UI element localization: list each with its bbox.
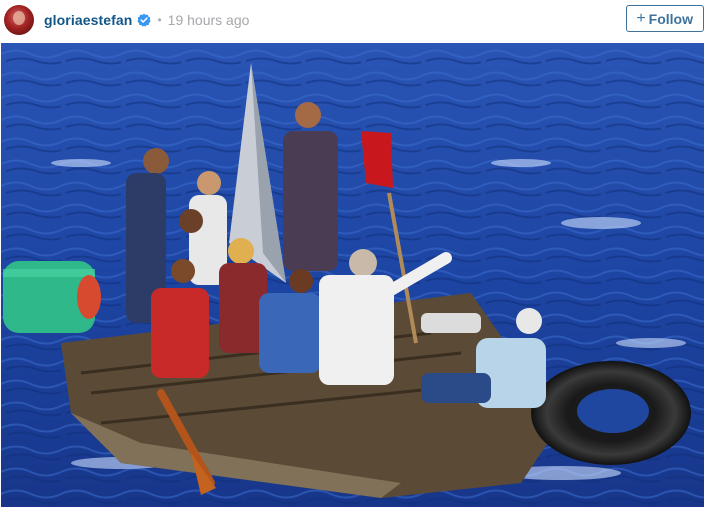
separator-dot: • <box>157 13 162 27</box>
post-header: gloriaestefan • 19 hours ago + Follow <box>0 0 711 40</box>
post-photo[interactable] <box>1 43 704 507</box>
follow-button-label: Follow <box>648 10 693 27</box>
verified-badge-icon <box>137 13 152 27</box>
green-barrel <box>3 261 101 333</box>
post-timestamp[interactable]: 19 hours ago <box>168 12 250 28</box>
plus-icon: + <box>636 9 646 27</box>
username-link[interactable]: gloriaestefan <box>44 12 132 28</box>
instagram-post: gloriaestefan • 19 hours ago + Follow <box>0 0 711 509</box>
profile-avatar[interactable] <box>4 5 34 35</box>
photo-illustration <box>1 43 704 507</box>
inner-tube <box>531 361 691 465</box>
follow-button[interactable]: + Follow <box>626 5 704 32</box>
